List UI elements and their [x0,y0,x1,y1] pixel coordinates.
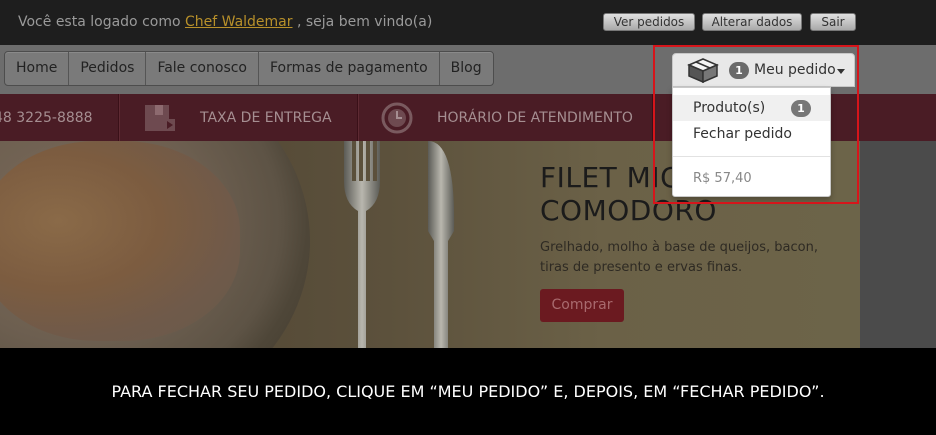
my-order-button[interactable]: 1 Meu pedido [672,53,855,87]
close-order-label: Fechar pedido [693,126,792,142]
products-label: Produto(s) [693,100,766,116]
nav-item-home[interactable]: Home [5,52,70,85]
greeting-suffix: , seja bem vindo(a) [292,14,433,30]
right-background [860,141,936,348]
dropdown-item-products[interactable]: Produto(s) 1 [673,95,830,121]
opening-hours-label: HORÁRIO DE ATENDIMENTO [437,110,633,126]
box-icon [687,58,719,83]
products-count-badge: 1 [791,100,811,117]
my-order-label: Meu pedido [754,62,836,78]
instruction-caption: PARA FECHAR SEU PEDIDO, CLIQUE EM “MEU P… [0,348,936,435]
my-order-dropdown: Produto(s) 1 Fechar pedido R$ 57,40 [672,87,831,197]
greeting-prefix: Você esta logado como [18,14,185,30]
dish-title-line: COMODORO [540,194,717,227]
knife-icon [428,141,455,348]
nav-item-contact[interactable]: Fale conosco [146,52,259,85]
info-divider [357,94,358,141]
order-total: R$ 57,40 [693,171,752,186]
delivery-fee-label: TAXA DE ENTREGA [200,110,332,126]
dropdown-item-close-order[interactable]: Fechar pedido [673,121,830,147]
food-image [0,141,240,341]
phone-number: 48 3225-8888 [0,110,93,126]
logout-button[interactable]: Sair [810,13,856,31]
edit-data-button[interactable]: Alterar dados [702,13,802,31]
order-count-badge: 1 [729,62,749,79]
welcome-message: Você esta logado como Chef Waldemar , se… [18,14,432,30]
user-name-link[interactable]: Chef Waldemar [185,14,293,30]
buy-button[interactable]: Comprar [540,289,624,322]
main-nav: Home Pedidos Fale conosco Formas de paga… [4,51,494,86]
top-bar: Você esta logado como Chef Waldemar , se… [0,0,936,45]
dropdown-divider [673,156,830,157]
nav-item-blog[interactable]: Blog [440,52,493,85]
info-divider [118,94,119,141]
view-orders-button[interactable]: Ver pedidos [603,13,695,31]
dish-description: Grelhado, molho à base de queijos, bacon… [540,240,818,275]
nav-item-orders[interactable]: Pedidos [69,52,147,85]
fork-icon [344,141,380,348]
delivery-box-icon [145,105,175,131]
nav-item-payment[interactable]: Formas de pagamento [259,52,440,85]
clock-icon [381,102,413,134]
chevron-down-icon [837,69,845,74]
info-divider [652,94,653,141]
